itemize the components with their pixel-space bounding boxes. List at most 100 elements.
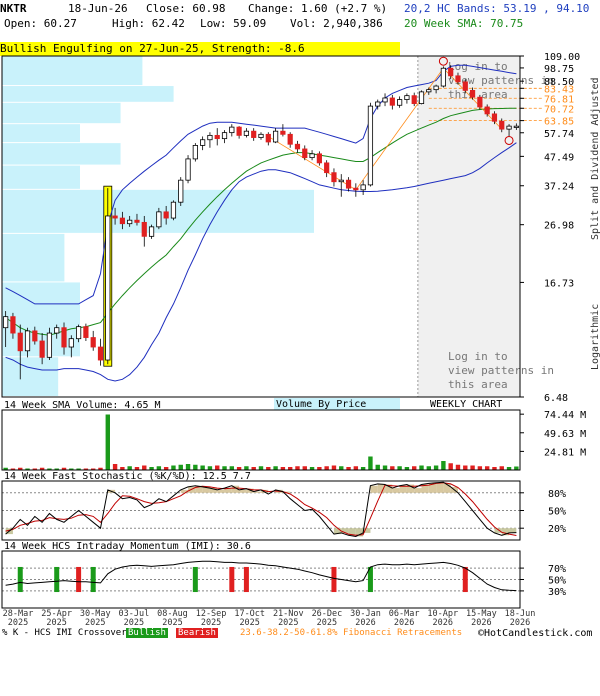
candle-body bbox=[331, 172, 337, 183]
candle-body bbox=[32, 330, 38, 342]
price-tick-label: 63.85 bbox=[544, 117, 574, 128]
candle-body bbox=[148, 226, 155, 237]
candle-body bbox=[141, 221, 147, 237]
volume-bar bbox=[514, 466, 519, 470]
candle-body bbox=[411, 95, 417, 105]
volume-bar bbox=[499, 466, 504, 470]
volume-bar bbox=[244, 466, 249, 470]
volume-bar bbox=[193, 464, 198, 470]
volume-bar bbox=[426, 466, 432, 470]
overbought-fill bbox=[392, 488, 400, 493]
candle-body bbox=[389, 97, 395, 106]
candle-body bbox=[469, 89, 476, 98]
candle-body bbox=[513, 125, 519, 128]
volume-bar bbox=[477, 466, 483, 470]
overbought-fill bbox=[414, 488, 422, 493]
crossover-legend: % K - HCS IMI Crossover, bbox=[2, 628, 133, 638]
candle-body bbox=[440, 67, 446, 87]
candle-body bbox=[200, 139, 206, 146]
stock-chart-page: NKTR 18-Jun-26 Close: 60.98 Change: 1.60… bbox=[0, 0, 600, 640]
price-tick-label: 98.75 bbox=[544, 64, 574, 75]
stochastic-tick-label: 50% bbox=[548, 507, 566, 518]
volume-bar bbox=[353, 466, 359, 470]
candle-body bbox=[76, 326, 82, 340]
x-tick-label: 15-May 2026 bbox=[466, 609, 497, 626]
side-label-logarithmic: Logarithmic bbox=[590, 304, 600, 370]
candle-body bbox=[324, 162, 330, 174]
candle-body bbox=[309, 153, 315, 159]
x-tick-label: 18-Jun 2026 bbox=[505, 609, 536, 626]
candle-body bbox=[163, 211, 169, 219]
price-tick-label: 57.74 bbox=[544, 129, 574, 140]
x-tick-label: 06-Mar 2026 bbox=[389, 609, 420, 626]
volume-bar bbox=[207, 466, 213, 470]
bullish-crossover-bar bbox=[192, 566, 198, 593]
bearish-crossover-bar bbox=[229, 566, 235, 593]
price-tick-label: 26.98 bbox=[544, 221, 574, 232]
candle-body bbox=[280, 130, 286, 135]
login-notice: Log in to view patterns in this area bbox=[448, 350, 554, 391]
candle-body bbox=[506, 125, 512, 130]
bearish-tag: Bearish bbox=[176, 628, 218, 638]
price-tick-label: 47.49 bbox=[544, 152, 574, 163]
candle-body bbox=[236, 126, 242, 136]
candle-body bbox=[302, 148, 308, 159]
overbought-fill bbox=[217, 489, 225, 493]
x-tick-label: 17-Oct 2025 bbox=[234, 609, 265, 626]
candle-body bbox=[229, 126, 235, 134]
volume-bar bbox=[185, 464, 191, 470]
fib-legend: 23.6-38.2-50-61.8% Fibonacci Retracement… bbox=[240, 628, 463, 638]
footer-legend: % K - HCS IMI Crossover, Bullish Bearish… bbox=[0, 626, 600, 640]
momentum-panel: 14 Week HCS Intraday Momentum (IMI): 30.… bbox=[1, 541, 566, 609]
chart-kind-label: WEEKLY CHART bbox=[430, 399, 502, 410]
candle-body bbox=[97, 346, 104, 361]
candle-body bbox=[397, 99, 403, 106]
candle-body bbox=[68, 338, 74, 348]
candle-body bbox=[105, 215, 111, 361]
oversold-fill bbox=[494, 528, 502, 533]
price-tick-label: 109.00 bbox=[544, 52, 580, 63]
momentum-title: 14 Week HCS Intraday Momentum (IMI): 30.… bbox=[4, 541, 251, 552]
candle-body bbox=[61, 327, 67, 348]
stochastic-tick-label: 80% bbox=[548, 489, 566, 500]
vbp-bar bbox=[2, 357, 59, 396]
candle-body bbox=[214, 134, 220, 140]
candle-body bbox=[462, 81, 468, 91]
volume-bar bbox=[397, 466, 402, 470]
candle-body bbox=[455, 75, 461, 83]
candle-body bbox=[46, 332, 53, 358]
candle-body bbox=[477, 96, 483, 108]
volume-bar bbox=[171, 465, 176, 470]
bearish-crossover-bar bbox=[331, 566, 337, 593]
candle-body bbox=[54, 327, 60, 334]
volume-bar bbox=[273, 466, 278, 470]
stochastic-tick-label: 20% bbox=[548, 524, 566, 535]
volume-bar bbox=[222, 466, 227, 470]
momentum-tick-label: 30% bbox=[548, 587, 566, 598]
volume-bar bbox=[178, 464, 183, 470]
candle-body bbox=[265, 133, 271, 143]
volume-bar bbox=[441, 461, 446, 470]
candle-body bbox=[178, 179, 184, 203]
volume-bar bbox=[302, 466, 307, 470]
candle-body bbox=[207, 134, 213, 141]
candle-body bbox=[448, 67, 454, 77]
momentum-tick-label: 50% bbox=[548, 576, 566, 587]
x-tick-label: 30-May 2025 bbox=[80, 609, 111, 626]
candle-body bbox=[83, 326, 89, 338]
volume-bar bbox=[200, 465, 205, 470]
volume-bar bbox=[382, 465, 388, 470]
stochastic-title: 14 Week Fast Stochastic (%K/%D): 12.5 7.… bbox=[4, 471, 251, 482]
volume-bar bbox=[463, 465, 468, 470]
candle-body bbox=[287, 133, 293, 145]
volume-bar bbox=[258, 466, 264, 470]
candle-body bbox=[418, 91, 425, 105]
candle-body bbox=[156, 211, 162, 228]
x-tick-label: 12-Sep 2025 bbox=[196, 609, 227, 626]
bearish-crossover-bar bbox=[76, 566, 82, 593]
volume-bar bbox=[375, 464, 380, 470]
vbp-bar bbox=[2, 102, 121, 124]
x-tick-label: 28-Mar 2025 bbox=[3, 609, 34, 626]
volume-tick-label: 49.63 M bbox=[544, 429, 586, 440]
vbp-label: Volume By Price bbox=[276, 399, 366, 410]
